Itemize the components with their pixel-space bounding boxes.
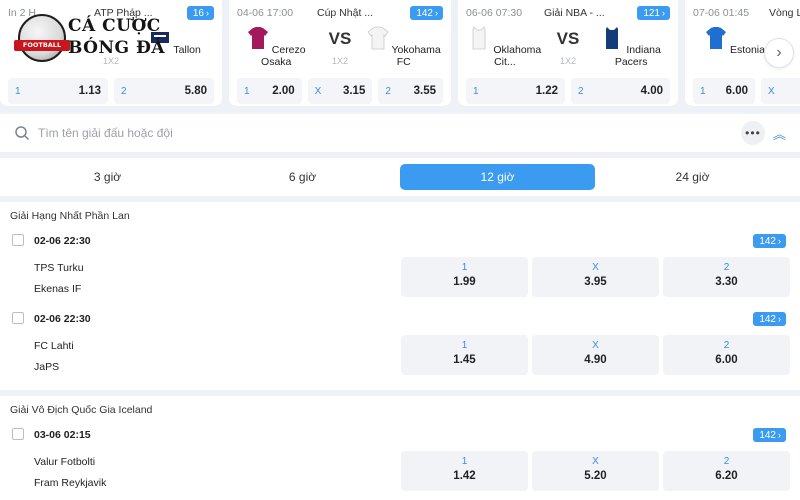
featured-match-card[interactable]: 06-06 07:30 Giải NBA - ... 121 › Oklahoma… [458, 0, 678, 106]
chevron-right-icon: › [776, 44, 782, 61]
odds-button-1[interactable]: 1 1.13 [8, 78, 108, 104]
jersey-icon [706, 27, 727, 49]
market-count-badge[interactable]: 142 › [753, 428, 786, 442]
home-team: Valur Fotbolti [34, 456, 96, 468]
market-count-badge[interactable]: 142 › [753, 312, 786, 326]
jersey-icon [473, 26, 486, 50]
league-section: Giải Hạng Nhất Phần Lan 02-06 22:30 142 ›… [0, 202, 800, 390]
match-row: 02-06 22:30 142 › FC Lahti JaPS 1 1.45 X 4.… [0, 304, 800, 382]
match-datetime: 02-06 22:30 [34, 313, 91, 325]
match-time: 07-06 01:45 [693, 7, 750, 19]
collapse-button[interactable]: ︽ [773, 124, 786, 143]
match-time: 04-06 17:00 [237, 7, 294, 19]
site-logo: FOOTBALL CÁ CƯỢC BÓNG ĐÁ [10, 10, 165, 66]
bet-type: 1X2 [331, 56, 348, 66]
search-input[interactable] [38, 126, 741, 140]
odds-button-x[interactable]: X 4.90 [532, 335, 659, 375]
jersey-icon [367, 26, 389, 50]
more-dots-icon: ••• [745, 126, 761, 140]
away-team: Fram Reykjavik [34, 477, 107, 489]
jersey-icon [247, 27, 268, 49]
odds-button-2[interactable]: 2 5.80 [114, 78, 214, 104]
league-title[interactable]: Giải Hạng Nhất Phần Lan [0, 202, 800, 226]
match-datetime: 03-06 02:15 [34, 429, 91, 441]
logo-text-line2: BÓNG ĐÁ [68, 38, 166, 58]
odds-button-2[interactable]: 2 6.20 [663, 451, 790, 491]
featured-match-card[interactable]: 04-06 17:00 Cúp Nhật ... 142 › Cerezo Osa… [229, 0, 451, 106]
odds-button-x[interactable]: X 3.15 [307, 78, 373, 104]
away-team: JaPS [34, 361, 60, 373]
home-team: TPS Turku [34, 262, 84, 274]
match-datetime: 02-06 22:30 [34, 235, 91, 247]
away-team: Yokohama FC [365, 26, 443, 68]
search-icon [15, 126, 30, 141]
odds-button-x[interactable]: X 3.95 [532, 257, 659, 297]
league-title[interactable]: Giải Vô Địch Quốc Gia Iceland [0, 396, 800, 420]
odds-button-1[interactable]: 1 2.00 [237, 78, 302, 104]
odds-button-2[interactable]: 2 3.55 [378, 78, 444, 104]
home-team: Oklahoma Cit... [466, 26, 544, 68]
odds-button-2[interactable]: 2 3.30 [663, 257, 790, 297]
match-time: 06-06 07:30 [466, 7, 523, 19]
football-icon [18, 14, 66, 62]
jersey-icon [606, 27, 619, 49]
favorite-checkbox[interactable] [12, 234, 24, 246]
odds-button-1[interactable]: 1 1.99 [401, 257, 528, 297]
league-name: Giải NBA - ... [544, 7, 605, 19]
league-section: Giải Vô Địch Quốc Gia Iceland 03-06 02:1… [0, 396, 800, 500]
league-name: Cúp Nhật ... [317, 7, 374, 19]
scroll-next-button[interactable]: › [764, 38, 794, 68]
favorite-checkbox[interactable] [12, 428, 24, 440]
odds-button-1[interactable]: 1 1.22 [466, 78, 565, 104]
versus-label: VS [556, 29, 580, 48]
match-row: 02-06 22:30 142 › TPS Turku Ekenas IF 1 1.… [0, 226, 800, 304]
home-team: Cerezo Osaka [237, 26, 315, 68]
odds-button-1[interactable]: 1 1.45 [401, 335, 528, 375]
bet-type: 1X2 [560, 56, 577, 66]
away-team: Indiana Pacers [592, 26, 670, 68]
search-bar: ••• ︽ [0, 114, 800, 152]
market-count-badge[interactable]: 142 › [410, 6, 443, 20]
more-options-button[interactable]: ••• [740, 121, 765, 145]
match-row: 03-06 02:15 142 › Valur Fotbolti Fram Rey… [0, 420, 800, 498]
odds-button-x[interactable]: X 5.20 [532, 451, 659, 491]
odds-button-x[interactable]: X [761, 78, 800, 104]
market-count-badge[interactable]: 121 › [637, 6, 670, 20]
chevrons-up-icon: ︽ [772, 126, 786, 142]
tab-12h[interactable]: 12 giờ [400, 164, 595, 190]
league-name: Vòng L [769, 7, 800, 19]
odds-button-1[interactable]: 1 6.00 [693, 78, 755, 104]
odds-button-1[interactable]: 1 1.42 [401, 451, 528, 491]
logo-ribbon: FOOTBALL [14, 40, 70, 51]
tab-6h[interactable]: 6 giờ [205, 164, 400, 190]
market-count-badge[interactable]: 142 › [753, 234, 786, 248]
away-team: Ekenas IF [34, 283, 82, 295]
home-team: FC Lahti [34, 340, 74, 352]
favorite-checkbox[interactable] [12, 312, 24, 324]
market-count-badge[interactable]: 16 › [186, 6, 214, 20]
odds-button-2[interactable]: 2 6.00 [663, 335, 790, 375]
logo-text-line1: CÁ CƯỢC [68, 16, 161, 36]
odds-button-2[interactable]: 2 4.00 [571, 78, 670, 104]
tab-3h[interactable]: 3 giờ [10, 164, 205, 190]
tab-24h[interactable]: 24 giờ [595, 164, 790, 190]
versus-label: VS [328, 29, 352, 48]
time-filter-tabs: 3 giờ 6 giờ 12 giờ 24 giờ [0, 158, 800, 196]
